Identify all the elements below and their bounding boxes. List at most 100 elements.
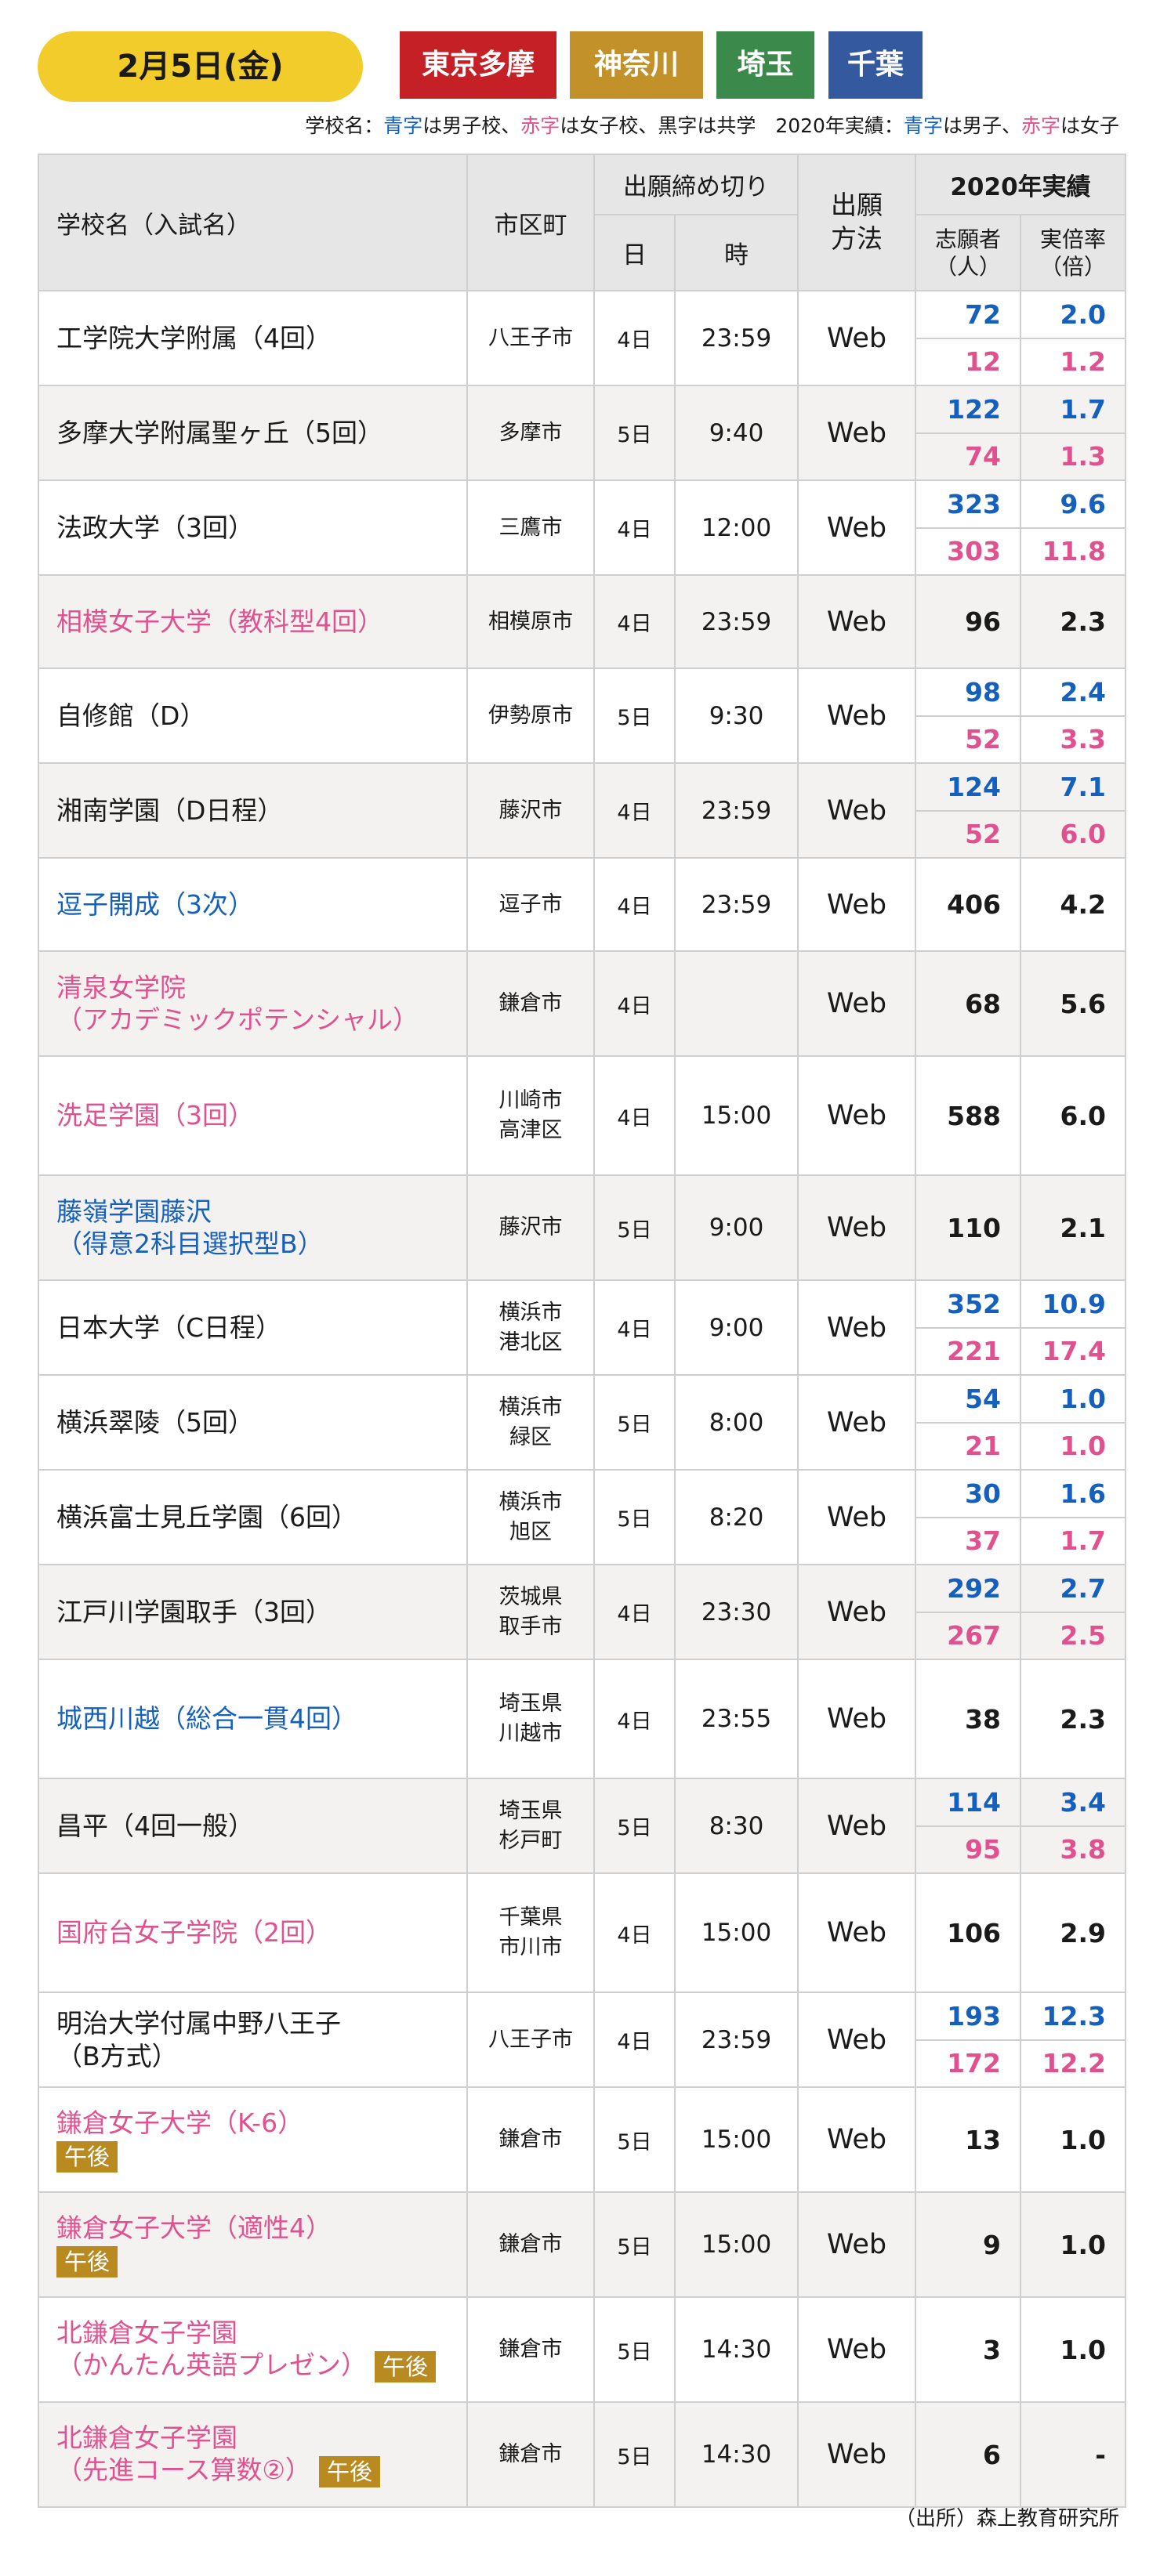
apply-method: Web — [797, 1174, 916, 1281]
applicants: 9 — [915, 2191, 1021, 2298]
afternoon-badge: 午後 — [375, 2350, 437, 2382]
deadline-day: 4日 — [593, 1992, 676, 2088]
header: 2月5日(金) 東京多摩 神奈川 埼玉 千葉 学校名：青字は男子校、赤字は女子校… — [0, 0, 1160, 149]
table-row: 洗足学園（3回） 川崎市 高津区 4日 15:00 Web 588 6.0 — [38, 1055, 1126, 1176]
deadline-time: 9:00 — [674, 1279, 799, 1376]
ratio: 2.7 2.5 — [1020, 1564, 1126, 1660]
table-row: 国府台女子学院（2回） 千葉県 市川市 4日 15:00 Web 106 2.9 — [38, 1872, 1126, 1993]
apply-method: Web — [797, 857, 916, 952]
applicants-male: 72 — [916, 291, 1020, 339]
ratio-female: 6.0 — [1060, 819, 1106, 850]
deadline-day: 5日 — [593, 2296, 676, 2403]
apply-method: Web — [797, 1872, 916, 1993]
apply-method: Web — [797, 385, 916, 481]
applicants: 98 52 — [915, 668, 1021, 764]
applicants-female: 303 — [947, 536, 1001, 567]
deadline-day: 5日 — [593, 385, 676, 481]
ratio-male: 1.7 — [1021, 386, 1125, 434]
school-name: 逗子開成（3次） — [38, 857, 468, 952]
applicants-male: 114 — [916, 1779, 1020, 1827]
school-name: 北鎌倉女子学園 （かんたん英語プレゼン） 午後 — [38, 2296, 468, 2403]
deadline-time: 14:30 — [674, 2401, 799, 2508]
deadline-time: 8:30 — [674, 1778, 799, 1874]
city: 千葉県 市川市 — [466, 1872, 595, 1993]
apply-method: Web — [797, 2401, 916, 2508]
deadline-day: 4日 — [593, 479, 676, 576]
applicants: 96 — [915, 574, 1021, 669]
table-row: 法政大学（3回） 三鷹市 4日 12:00 Web 323 303 9.6 11.8 — [38, 479, 1126, 576]
applicants: 3 — [915, 2296, 1021, 2403]
apply-method: Web — [797, 1055, 916, 1176]
pref-badge-saitama: 埼玉 — [716, 31, 814, 99]
deadline-day: 5日 — [593, 1469, 676, 1565]
legend-note: 学校名：青字は男子校、赤字は女子校、黒字は共学 2020年実績：青字は男子、赤字… — [305, 114, 1119, 137]
applicants: 588 — [915, 1055, 1021, 1176]
ratio-female: 1.7 — [1060, 1525, 1106, 1557]
school-name: 明治大学付属中野八王子 （B方式） — [38, 1992, 468, 2088]
header-day: 日 — [593, 214, 676, 291]
applicants-male: 122 — [916, 386, 1020, 434]
deadline-time: 9:30 — [674, 668, 799, 764]
applicants-female: 12 — [965, 346, 1001, 378]
ratio: - — [1020, 2401, 1126, 2508]
applicants: 406 — [915, 857, 1021, 952]
ratio: 1.0 1.0 — [1020, 1374, 1126, 1471]
ratio: 3.4 3.8 — [1020, 1778, 1126, 1874]
applicants: 72 12 — [915, 290, 1021, 386]
header-school: 学校名（入試名） — [38, 154, 468, 291]
school-name: 多摩大学附属聖ヶ丘（5回） — [38, 385, 468, 481]
deadline-time: 23:30 — [674, 1564, 799, 1660]
apply-method: Web — [797, 290, 916, 386]
deadline-day: 4日 — [593, 1659, 676, 1779]
ratio-male: 2.7 — [1021, 1565, 1125, 1613]
deadline-time — [674, 950, 799, 1057]
apply-method: Web — [797, 1992, 916, 2088]
applicants-male: 30 — [916, 1471, 1020, 1518]
school-name: 城西川越（総合一貫4回） — [38, 1659, 468, 1779]
afternoon-badge: 午後 — [318, 2455, 380, 2487]
deadline-day: 4日 — [593, 1279, 676, 1376]
school-name: 鎌倉女子大学（K-6） 午後 — [38, 2086, 468, 2193]
deadline-time: 14:30 — [674, 2296, 799, 2403]
city: 逗子市 — [466, 857, 595, 952]
applicants-female: 52 — [965, 724, 1001, 755]
deadline-day: 4日 — [593, 950, 676, 1057]
deadline-time: 12:00 — [674, 479, 799, 576]
city: 伊勢原市 — [466, 668, 595, 764]
school-name: 洗足学園（3回） — [38, 1055, 468, 1176]
deadline-time: 15:00 — [674, 1055, 799, 1176]
city: 鎌倉市 — [466, 2191, 595, 2298]
applicants-male: 352 — [916, 1281, 1020, 1329]
deadline-day: 5日 — [593, 668, 676, 764]
apply-method: Web — [797, 1564, 916, 1660]
ratio: 2.9 — [1020, 1872, 1126, 1993]
city: 茨城県 取手市 — [466, 1564, 595, 1660]
applicants: 352 221 — [915, 1279, 1021, 1376]
school-name: 横浜富士見丘学園（6回） — [38, 1469, 468, 1565]
ratio-female: 1.0 — [1060, 1431, 1106, 1462]
school-name: 北鎌倉女子学園 （先進コース算数②） 午後 — [38, 2401, 468, 2508]
ratio: 4.2 — [1020, 857, 1126, 952]
applicants-female: 95 — [965, 1834, 1001, 1865]
header-ratio: 実倍率 （倍） — [1020, 214, 1126, 291]
city: 横浜市 港北区 — [466, 1279, 595, 1376]
city: 藤沢市 — [466, 762, 595, 859]
table-row: 藤嶺学園藤沢 （得意2科目選択型B） 藤沢市 5日 9:00 Web 110 2.1 — [38, 1174, 1126, 1281]
header-method: 出願 方法 — [797, 154, 916, 291]
school-name: 工学院大学附属（4回） — [38, 290, 468, 386]
applicants: 323 303 — [915, 479, 1021, 576]
school-name: 昌平（4回一般） — [38, 1778, 468, 1874]
deadline-day: 4日 — [593, 857, 676, 952]
ratio: 1.6 1.7 — [1020, 1469, 1126, 1565]
school-name: 藤嶺学園藤沢 （得意2科目選択型B） — [38, 1174, 468, 1281]
ratio-female: 3.3 — [1060, 724, 1106, 755]
apply-method: Web — [797, 762, 916, 859]
ratio-male: 2.4 — [1021, 669, 1125, 717]
table-row: 横浜富士見丘学園（6回） 横浜市 旭区 5日 8:20 Web 30 37 1.6 1.7 — [38, 1469, 1126, 1565]
apply-method: Web — [797, 1279, 916, 1376]
deadline-time: 23:59 — [674, 857, 799, 952]
applicants: 292 267 — [915, 1564, 1021, 1660]
applicants: 6 — [915, 2401, 1021, 2508]
ratio-male: 1.0 — [1021, 1376, 1125, 1424]
city: 鎌倉市 — [466, 2086, 595, 2193]
